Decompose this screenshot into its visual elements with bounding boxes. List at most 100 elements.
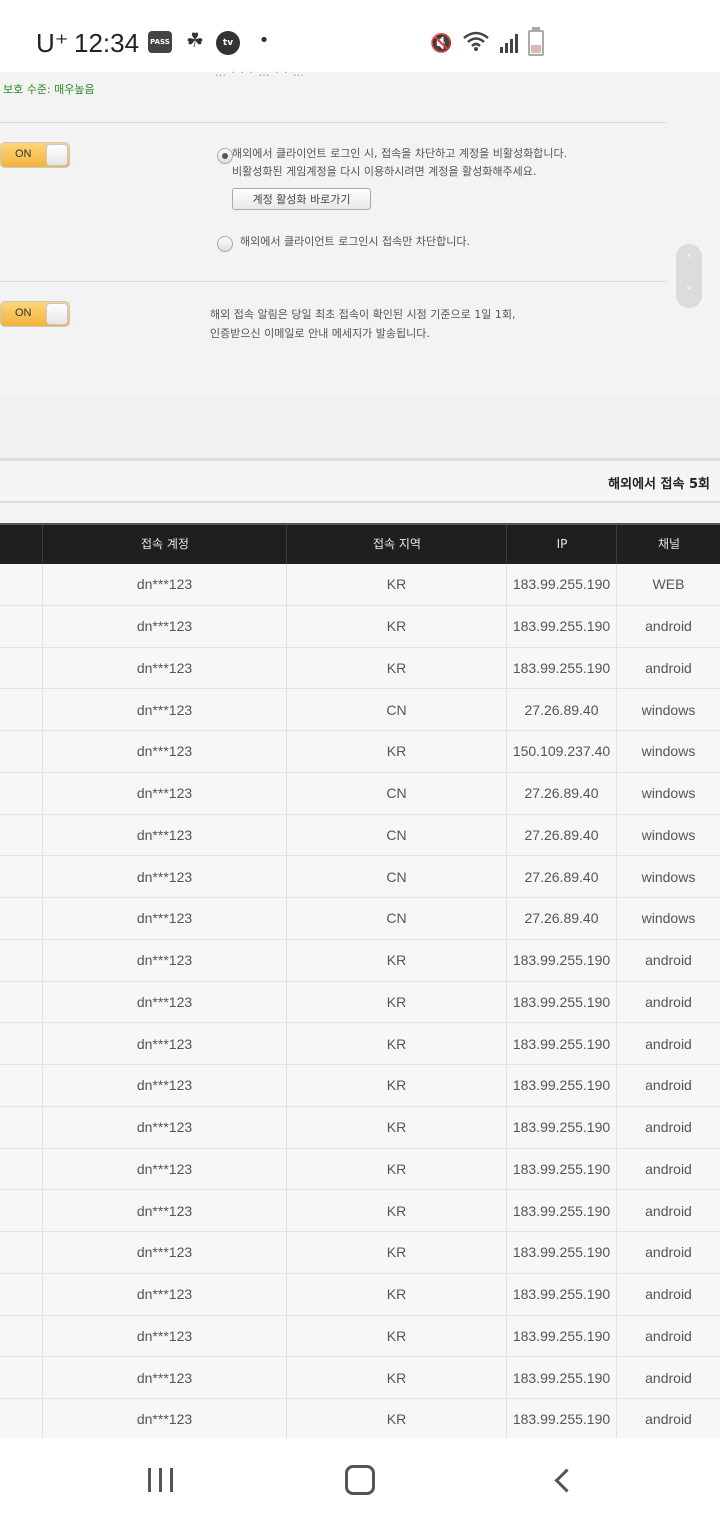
cell-account: dn***123 (42, 731, 286, 772)
cell-account: dn***123 (42, 647, 286, 689)
table-row: dn***123 KR 183.99.255.190 android (0, 647, 720, 690)
row-spacer-cell (0, 606, 42, 647)
toggle-label: ON (15, 148, 32, 160)
row-spacer-cell (0, 982, 42, 1023)
cell-account: dn***123 (42, 1273, 286, 1315)
cell-account: dn***123 (42, 689, 286, 730)
table-row: dn***123 CN 27.26.89.40 windows (0, 856, 720, 898)
cell-ip: 183.99.255.190 (506, 981, 616, 1023)
cell-region: KR (286, 981, 506, 1023)
cell-account: dn***123 (42, 1357, 286, 1398)
cell-region: KR (286, 1273, 506, 1315)
row-spacer-cell (0, 1190, 42, 1231)
cell-ip: 183.99.255.190 (506, 1190, 616, 1231)
table-row: dn***123 CN 27.26.89.40 windows (0, 814, 720, 857)
header-account: 접속 계정 (42, 525, 287, 564)
home-icon[interactable] (330, 1460, 390, 1500)
table-row: dn***123 CN 27.26.89.40 windows (0, 689, 720, 731)
summary-band: 해외에서 접속 5회 (0, 461, 720, 503)
cell-region: KR (286, 1065, 506, 1106)
cell-ip: 183.99.255.190 (506, 1357, 616, 1398)
overseas-access-settings: … · · · … · · … 보호 수준: 매우높음 ON 해외에서 클라이언… (0, 66, 720, 398)
cell-region: CN (286, 772, 506, 814)
battery-icon (528, 27, 545, 56)
pass-icon: PASS (148, 31, 172, 53)
cell-channel: android (616, 605, 720, 647)
notify-text-line2: 인증받으신 이메일로 안내 메세지가 발송됩니다. (210, 327, 430, 340)
cell-account: dn***123 (42, 814, 286, 856)
table-body: dn***123 KR 183.99.255.190 WEB dn***123 KR 183… (0, 564, 720, 1441)
row-spacer-cell (0, 564, 42, 605)
cell-ip: 27.26.89.40 (506, 772, 616, 814)
row-spacer-cell (0, 1274, 42, 1315)
cell-channel: windows (616, 731, 720, 772)
cell-channel: windows (616, 689, 720, 730)
table-row: dn***123 KR 183.99.255.190 android (0, 1065, 720, 1107)
mute-vibrate-icon: 🔇 (430, 32, 453, 54)
signal-icon (500, 33, 519, 53)
row-spacer-cell (0, 689, 42, 730)
cell-account: dn***123 (42, 939, 286, 981)
cell-ip: 183.99.255.190 (506, 1065, 616, 1106)
cell-account: dn***123 (42, 1065, 286, 1106)
wifi-icon (462, 30, 490, 57)
cell-region: CN (286, 814, 506, 856)
cell-account: dn***123 (42, 772, 286, 814)
carrier-label: U⁺ (36, 28, 69, 58)
toggle-knob (46, 144, 68, 166)
cell-account: dn***123 (42, 856, 286, 897)
cell-ip: 183.99.255.190 (506, 1148, 616, 1190)
row-spacer-cell (0, 731, 42, 772)
cell-channel: android (616, 1232, 720, 1273)
radio-block-only[interactable] (217, 236, 233, 252)
toggle-label: ON (15, 307, 32, 319)
overseas-access-count: 해외에서 접속 5회 (608, 477, 710, 492)
radio-block-and-disable[interactable] (217, 148, 233, 164)
cell-account: dn***123 (42, 1190, 286, 1231)
status-bar: U⁺ 12:34 PASS ☘ tv • 🔇 (0, 0, 720, 72)
table-row: dn***123 KR 183.99.255.190 android (0, 605, 720, 648)
recent-apps-icon[interactable] (130, 1460, 190, 1500)
cell-ip: 27.26.89.40 (506, 856, 616, 897)
cell-account: dn***123 (42, 1106, 286, 1148)
activate-account-button[interactable]: 계정 활성화 바로가기 (232, 188, 371, 210)
cell-region: KR (286, 1357, 506, 1398)
cell-region: KR (286, 647, 506, 689)
cell-region: KR (286, 1399, 506, 1440)
table-row: dn***123 KR 183.99.255.190 android (0, 981, 720, 1024)
cell-account: dn***123 (42, 564, 286, 605)
cell-channel: android (616, 1190, 720, 1231)
cell-account: dn***123 (42, 1023, 286, 1064)
cell-ip: 150.109.237.40 (506, 731, 616, 772)
cell-ip: 183.99.255.190 (506, 1023, 616, 1064)
row-spacer-cell (0, 1316, 42, 1357)
cell-channel: android (616, 1065, 720, 1106)
cell-channel: windows (616, 814, 720, 856)
cell-account: dn***123 (42, 981, 286, 1023)
cell-channel: android (616, 981, 720, 1023)
header-ip: IP (506, 525, 617, 564)
cell-ip: 183.99.255.190 (506, 605, 616, 647)
table-row: dn***123 KR 183.99.255.190 WEB (0, 564, 720, 606)
row-spacer-cell (0, 856, 42, 897)
divider (0, 281, 666, 282)
scroll-control[interactable]: ˄ ˅ (676, 244, 702, 308)
back-icon[interactable] (532, 1460, 592, 1500)
table-row: dn***123 KR 150.109.237.40 windows (0, 731, 720, 773)
cell-region: KR (286, 1023, 506, 1064)
protection-level: 보호 수준: 매우높음 (3, 83, 95, 96)
row-spacer-cell (0, 648, 42, 689)
option-block-disable-text: 해외에서 클라이언트 로그인 시, 접속을 차단하고 계정을 비활성화합니다. (232, 147, 568, 160)
option-block-only-text: 해외에서 클라이언트 로그인시 접속만 차단합니다. (240, 235, 471, 248)
scroll-down-icon[interactable]: ˅ (676, 276, 702, 308)
scroll-up-icon[interactable]: ˄ (676, 244, 702, 276)
table-row: dn***123 KR 183.99.255.190 android (0, 1357, 720, 1399)
cell-ip: 183.99.255.190 (506, 1232, 616, 1273)
access-log-table: 접속 계정 접속 지역 IP 채널 dn***123 KR 183.99.255.1… (0, 523, 720, 1441)
notify-toggle[interactable]: ON (0, 301, 70, 327)
block-access-toggle[interactable]: ON (0, 142, 70, 168)
cell-region: KR (286, 939, 506, 981)
cell-region: KR (286, 1148, 506, 1190)
table-row: dn***123 CN 27.26.89.40 windows (0, 898, 720, 940)
row-spacer-cell (0, 1399, 42, 1440)
